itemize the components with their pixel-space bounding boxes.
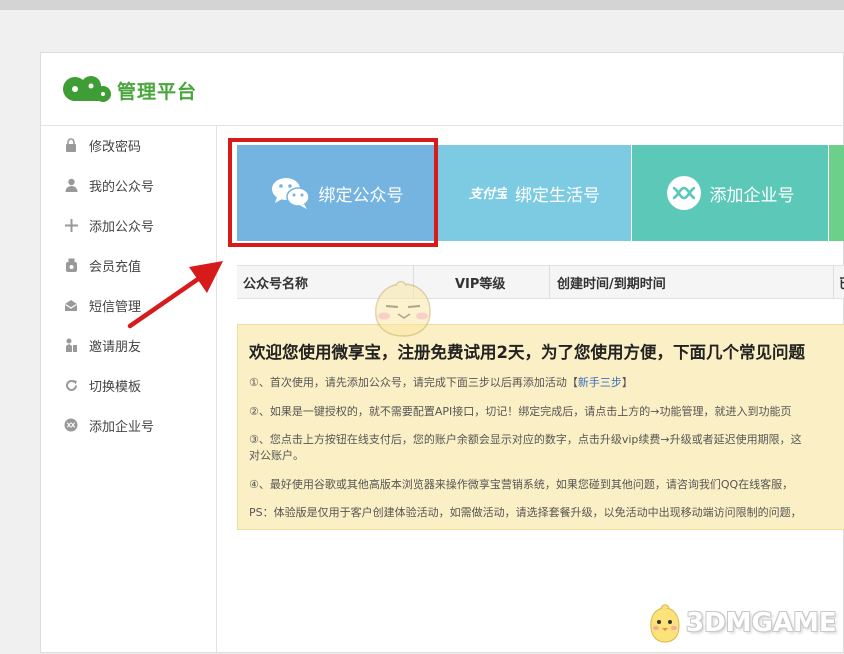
column-header: 公众号名称 xyxy=(243,276,309,292)
refresh-icon xyxy=(63,377,79,393)
plus-icon xyxy=(63,217,79,233)
sidebar-item-label: 邀请朋友 xyxy=(89,339,142,355)
header: 管理平台 xyxy=(41,53,843,126)
watermark-text: 3DMGAME xyxy=(686,608,837,638)
sidebar-item-invite[interactable]: 邀请朋友 xyxy=(63,335,141,355)
admin-page: 管理平台 修改密码 我的公众号 添加公众号 会员充值 短信管理 邀请朋友 切换模… xyxy=(40,52,844,654)
newbie-steps-link[interactable]: 新手三步 xyxy=(578,376,622,389)
add-enterprise-tile[interactable]: 添加企业号 xyxy=(632,145,828,241)
brand-title: 管理平台 xyxy=(117,81,198,103)
lock-icon xyxy=(63,137,79,153)
bag-icon xyxy=(63,257,79,273)
tile-label: 添加企业号 xyxy=(709,185,795,206)
gear-cloud-logo xyxy=(63,76,111,102)
watermark: 3DMGAME xyxy=(648,602,837,644)
sidebar-item-label: 添加企业号 xyxy=(89,419,155,435)
svg-text:支付宝: 支付宝 xyxy=(469,186,507,202)
sidebar-item-switch-template[interactable]: 切换模板 xyxy=(63,375,141,395)
user-icon xyxy=(63,177,79,193)
mascot-icon xyxy=(650,604,680,643)
sidebar-item-add-account[interactable]: 添加公众号 xyxy=(63,215,154,235)
sidebar-item-label: 切换模板 xyxy=(89,379,142,395)
notice-line: PS：体验版是仅用于客户创建体验活动，如需做活动，请选择套餐升级，以免活动中出现… xyxy=(249,506,802,519)
pointer-arrow xyxy=(127,261,223,329)
accounts-table-header: 公众号名称 VIP等级 创建时间/到期时间 已 xyxy=(237,265,844,299)
column-header: 已 xyxy=(839,266,844,298)
column-header: VIP等级 xyxy=(455,276,506,292)
notice-line: 对公账户。 xyxy=(249,449,304,462)
notice-line: ④、最好使用谷歌或其他高版本浏览器来操作微享宝营销系统，如果您碰到其他问题，请咨… xyxy=(249,478,794,491)
notice-line: ①、首次使用，请先添加公众号，请完成下面三步以后再添加活动【新手三步】 xyxy=(249,374,633,390)
notice-line: ②、如果是一键授权的，就不需要配置API接口，切记！绑定完成后，请点击上方的→功… xyxy=(249,405,792,418)
sidebar-item-label: 我的公众号 xyxy=(89,179,155,195)
top-strip xyxy=(0,0,844,10)
invite-icon xyxy=(63,337,79,353)
sidebar-item-change-password[interactable]: 修改密码 xyxy=(63,135,141,155)
column-header: 创建时间/到期时间 xyxy=(557,276,666,292)
sidebar-item-my-accounts[interactable]: 我的公众号 xyxy=(63,175,154,195)
welcome-notice: 欢迎您使用微享宝，注册免费试用2天，为了您使用方便，下面几个常见问题 ①、首次使… xyxy=(237,324,844,530)
enterprise-icon xyxy=(63,417,79,433)
bind-life-account-tile[interactable]: 支付宝 绑定生活号 xyxy=(438,145,631,241)
next-tile-partial[interactable] xyxy=(829,145,844,241)
mascot-watermark xyxy=(374,280,431,337)
alipay-icon: 支付宝 xyxy=(469,182,507,204)
sidebar-item-add-enterprise[interactable]: 添加企业号 xyxy=(63,415,154,435)
sidebar-item-label: 修改密码 xyxy=(89,139,142,155)
notice-line-suffix: 】 xyxy=(621,376,633,389)
sidebar-item-label: 添加公众号 xyxy=(89,219,155,235)
sidebar: 修改密码 我的公众号 添加公众号 会员充值 短信管理 邀请朋友 切换模板 添加企… xyxy=(41,125,217,654)
column-divider xyxy=(549,266,550,298)
enterprise-icon xyxy=(666,175,702,211)
notice-line-text: ①、首次使用，请先添加公众号，请完成下面三步以后再添加活动【 xyxy=(249,376,578,389)
tile-label: 绑定生活号 xyxy=(515,185,600,206)
notice-line: ③、您点击上方按钮在线支付后，您的账户余额会显示对应的数字，点击升级vip续费→… xyxy=(249,433,802,446)
notice-title: 欢迎您使用微享宝，注册免费试用2天，为了您使用方便，下面几个常见问题 xyxy=(249,343,805,362)
highlight-box xyxy=(228,138,438,247)
envelope-icon xyxy=(63,297,79,313)
column-divider xyxy=(833,266,834,298)
